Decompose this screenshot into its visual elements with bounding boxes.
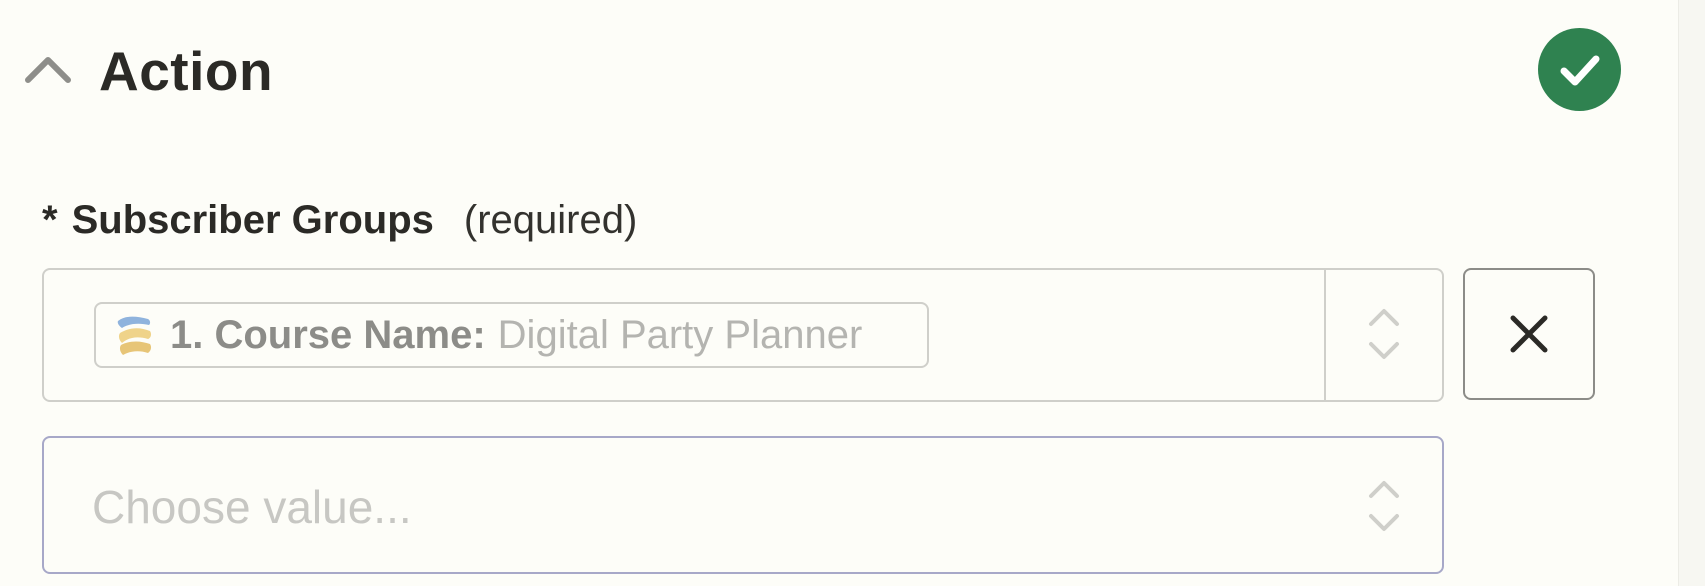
required-marker: * [42, 198, 58, 242]
close-icon [1510, 315, 1548, 353]
mapped-value-pill[interactable]: 1. Course Name: Digital Party Planner [94, 302, 929, 368]
app-logo-icon [117, 316, 152, 355]
choose-value-field[interactable]: Choose value... [42, 436, 1444, 574]
section-title: Action [99, 40, 274, 102]
required-hint: (required) [463, 198, 638, 242]
up-down-chevron-icon[interactable] [1364, 294, 1404, 374]
status-badge [1538, 28, 1621, 111]
choose-value-placeholder: Choose value... [92, 481, 412, 533]
field-label: Subscriber Groups [71, 198, 434, 242]
field-label-row: * Subscriber Groups (required) [42, 196, 637, 244]
pill-step-label: 1. Course Name: [170, 312, 486, 357]
remove-value-button[interactable] [1463, 268, 1595, 400]
subscriber-groups-field[interactable]: 1. Course Name: Digital Party Planner [42, 268, 1444, 402]
field-divider [1324, 270, 1326, 400]
pill-value: Digital Party Planner [497, 312, 863, 357]
up-down-chevron-icon[interactable] [1364, 466, 1404, 546]
collapse-toggle[interactable] [24, 50, 72, 86]
chevron-up-icon [25, 57, 71, 83]
check-circle-icon [1560, 55, 1599, 85]
panel-edge [1678, 0, 1705, 586]
